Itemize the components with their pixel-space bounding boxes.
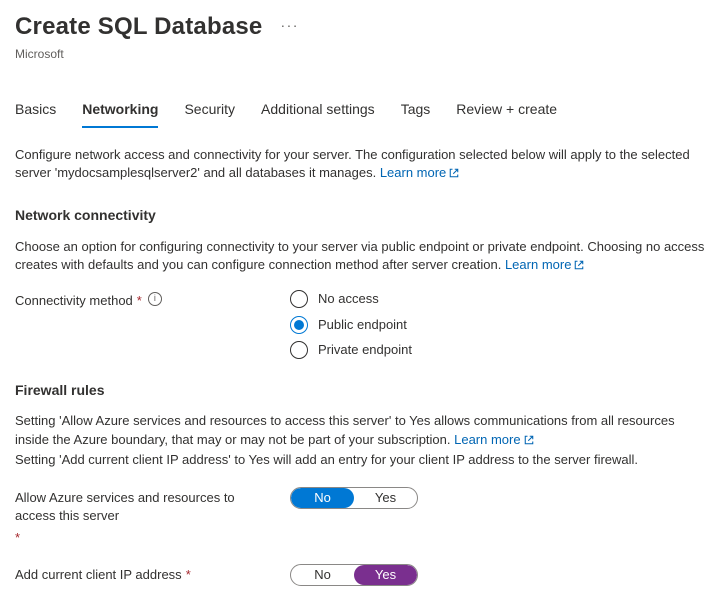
- radio-public-endpoint[interactable]: Public endpoint: [290, 316, 412, 334]
- add-client-ip-no[interactable]: No: [291, 565, 354, 585]
- radio-no-access-label: No access: [318, 290, 379, 308]
- publisher-label: Microsoft: [15, 46, 707, 63]
- allow-azure-yes[interactable]: Yes: [354, 488, 417, 508]
- tab-review-create[interactable]: Review + create: [456, 94, 557, 128]
- radio-public-endpoint-label: Public endpoint: [318, 316, 407, 334]
- info-icon[interactable]: i: [148, 292, 162, 306]
- connectivity-method-label: Connectivity method * i: [15, 290, 290, 359]
- section-firewall-rules: Firewall rules: [15, 381, 707, 401]
- connectivity-desc: Choose an option for configuring connect…: [15, 238, 707, 276]
- allow-azure-services-label: Allow Azure services and resources to ac…: [15, 487, 290, 548]
- add-client-ip-toggle[interactable]: No Yes: [290, 564, 418, 586]
- external-link-icon: [573, 258, 585, 276]
- firewall-learn-more-link[interactable]: Learn more: [454, 432, 534, 447]
- add-client-ip-yes[interactable]: Yes: [354, 565, 417, 585]
- connectivity-learn-more-link[interactable]: Learn more: [505, 257, 585, 272]
- required-asterisk: *: [137, 292, 142, 310]
- connectivity-method-radiogroup: No access Public endpoint Private endpoi…: [290, 290, 412, 359]
- intro-text: Configure network access and connectivit…: [15, 146, 707, 184]
- tab-additional-settings[interactable]: Additional settings: [261, 94, 375, 128]
- intro-learn-more-link[interactable]: Learn more: [380, 165, 460, 180]
- tab-networking[interactable]: Networking: [82, 94, 158, 128]
- page-title: Create SQL Database: [15, 10, 262, 44]
- add-client-ip-label: Add current client IP address *: [15, 564, 290, 586]
- tab-security[interactable]: Security: [184, 94, 235, 128]
- required-asterisk: *: [186, 566, 191, 584]
- radio-no-access[interactable]: No access: [290, 290, 412, 308]
- section-network-connectivity: Network connectivity: [15, 206, 707, 226]
- radio-private-endpoint-label: Private endpoint: [318, 341, 412, 359]
- tab-basics[interactable]: Basics: [15, 94, 56, 128]
- allow-azure-no[interactable]: No: [291, 488, 354, 508]
- tab-tags[interactable]: Tags: [401, 94, 431, 128]
- more-actions-icon[interactable]: ···: [280, 16, 299, 38]
- radio-private-endpoint[interactable]: Private endpoint: [290, 341, 412, 359]
- allow-azure-services-toggle[interactable]: No Yes: [290, 487, 418, 509]
- external-link-icon: [448, 166, 460, 184]
- required-asterisk: *: [15, 529, 20, 547]
- firewall-desc-1: Setting 'Allow Azure services and resour…: [15, 412, 707, 469]
- external-link-icon: [523, 433, 535, 451]
- tab-bar: Basics Networking Security Additional se…: [15, 94, 707, 128]
